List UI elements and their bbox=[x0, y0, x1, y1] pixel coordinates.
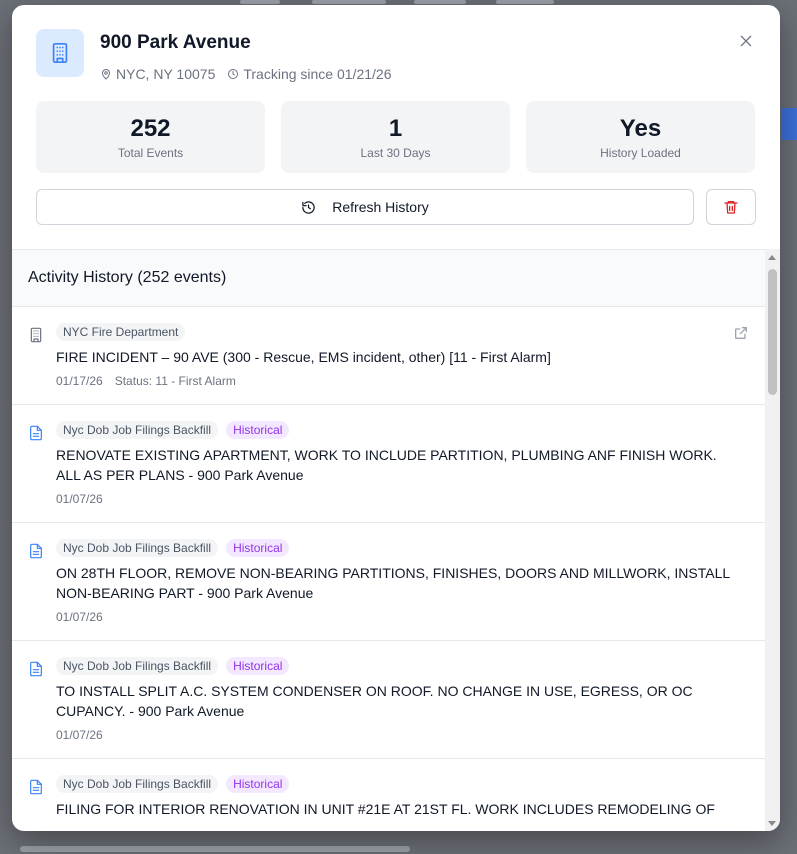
close-button[interactable] bbox=[734, 29, 758, 53]
event-tags: Nyc Dob Job Filings Backfill Historical bbox=[56, 775, 749, 793]
stat-label: History Loaded bbox=[600, 145, 681, 160]
document-icon bbox=[30, 661, 42, 677]
stat-total-events: 252 Total Events bbox=[36, 101, 265, 173]
building-icon bbox=[30, 327, 42, 343]
map-pin-icon bbox=[102, 69, 110, 80]
stat-label: Total Events bbox=[117, 145, 184, 160]
stat-history-loaded: Yes History Loaded bbox=[526, 101, 755, 173]
background-element bbox=[240, 0, 280, 4]
scrollbar[interactable] bbox=[765, 249, 780, 831]
property-meta: NYC, NY 10075 Tracking since 01/21/26 bbox=[100, 66, 403, 82]
event-tags: Nyc Dob Job Filings Backfill Historical bbox=[56, 657, 749, 675]
clock-icon bbox=[228, 69, 239, 79]
location-info: NYC, NY 10075 bbox=[100, 66, 215, 82]
refresh-history-button[interactable]: Refresh History bbox=[36, 189, 694, 225]
source-badge: Nyc Dob Job Filings Backfill bbox=[56, 421, 219, 439]
background-element bbox=[312, 0, 386, 4]
event-tags: NYC Fire Department bbox=[56, 323, 749, 341]
event-status: Status: 11 - First Alarm bbox=[114, 374, 236, 388]
historical-badge: Historical bbox=[226, 775, 290, 793]
modal-header: 900 Park Avenue NYC, NY 10075 Tracking s… bbox=[12, 5, 780, 249]
background-element bbox=[496, 0, 554, 4]
event-date: 01/07/26 bbox=[56, 728, 103, 742]
event-title: RENOVATE EXISTING APARTMENT, WORK TO INC… bbox=[56, 447, 717, 483]
list-item[interactable]: NYC Fire Department FIRE INCIDENT – 90 A… bbox=[12, 307, 765, 405]
refresh-label: Refresh History bbox=[332, 199, 429, 215]
list-item[interactable]: Nyc Dob Job Filings Backfill Historical … bbox=[12, 759, 765, 831]
background-element bbox=[20, 846, 410, 852]
document-icon bbox=[30, 779, 42, 795]
background-element bbox=[782, 108, 797, 140]
document-icon bbox=[30, 425, 42, 441]
stat-value: 1 bbox=[388, 114, 403, 142]
event-meta: 01/07/26 bbox=[56, 492, 749, 506]
building-icon bbox=[52, 43, 68, 63]
event-date: 01/17/26 bbox=[56, 374, 103, 388]
scrollbar-thumb[interactable] bbox=[768, 269, 777, 395]
event-meta: 01/07/26 bbox=[56, 610, 749, 624]
stat-last-30-days: 1 Last 30 Days bbox=[281, 101, 510, 173]
historical-badge: Historical bbox=[226, 421, 290, 439]
stats-row: 252 Total Events 1 Last 30 Days Yes Hist… bbox=[36, 101, 755, 173]
event-title: FIRE INCIDENT – 90 AVE (300 - Rescue, EM… bbox=[56, 349, 551, 365]
source-badge: Nyc Dob Job Filings Backfill bbox=[56, 657, 219, 675]
location-text: NYC, NY 10075 bbox=[116, 66, 216, 82]
trash-icon bbox=[724, 201, 738, 214]
scroll-up-arrow[interactable] bbox=[768, 255, 776, 260]
property-title: 900 Park Avenue bbox=[100, 32, 251, 53]
event-meta: 01/07/26 bbox=[56, 728, 749, 742]
property-detail-modal: 900 Park Avenue NYC, NY 10075 Tracking s… bbox=[12, 5, 780, 831]
event-title: TO INSTALL SPLIT A.C. SYSTEM CONDENSER O… bbox=[56, 683, 693, 719]
external-link-icon[interactable] bbox=[733, 325, 749, 341]
event-date: 01/07/26 bbox=[56, 492, 103, 506]
section-title: Activity History (252 events) bbox=[12, 250, 765, 307]
list-item[interactable]: Nyc Dob Job Filings Backfill Historical … bbox=[12, 523, 765, 641]
list-item[interactable]: Nyc Dob Job Filings Backfill Historical … bbox=[12, 405, 765, 523]
activity-history-panel[interactable]: Activity History (252 events) NYC Fire D… bbox=[12, 249, 780, 831]
scroll-down-arrow[interactable] bbox=[768, 821, 776, 826]
event-title: ON 28TH FLOOR, REMOVE NON-BEARING PARTIT… bbox=[56, 565, 730, 601]
delete-button[interactable] bbox=[706, 189, 756, 225]
property-avatar bbox=[36, 29, 84, 77]
event-meta: 01/17/26 Status: 11 - First Alarm bbox=[56, 374, 749, 388]
history-icon bbox=[302, 200, 315, 214]
historical-badge: Historical bbox=[226, 657, 290, 675]
source-badge: Nyc Dob Job Filings Backfill bbox=[56, 539, 219, 557]
event-tags: Nyc Dob Job Filings Backfill Historical bbox=[56, 539, 749, 557]
stat-value: 252 bbox=[130, 114, 171, 142]
tracking-text: Tracking since 01/21/26 bbox=[243, 66, 392, 82]
close-icon bbox=[740, 35, 752, 47]
document-icon bbox=[30, 543, 42, 559]
list-item[interactable]: Nyc Dob Job Filings Backfill Historical … bbox=[12, 641, 765, 759]
event-title: FILING FOR INTERIOR RENOVATION IN UNIT #… bbox=[56, 801, 715, 817]
events-list: NYC Fire Department FIRE INCIDENT – 90 A… bbox=[12, 307, 765, 831]
event-date: 01/07/26 bbox=[56, 610, 103, 624]
background-element bbox=[414, 0, 466, 4]
tracking-info: Tracking since 01/21/26 bbox=[227, 66, 391, 82]
historical-badge: Historical bbox=[226, 539, 290, 557]
event-tags: Nyc Dob Job Filings Backfill Historical bbox=[56, 421, 749, 439]
source-badge: Nyc Dob Job Filings Backfill bbox=[56, 775, 219, 793]
stat-label: Last 30 Days bbox=[360, 145, 431, 160]
stat-value: Yes bbox=[619, 114, 662, 142]
source-badge: NYC Fire Department bbox=[56, 323, 186, 341]
